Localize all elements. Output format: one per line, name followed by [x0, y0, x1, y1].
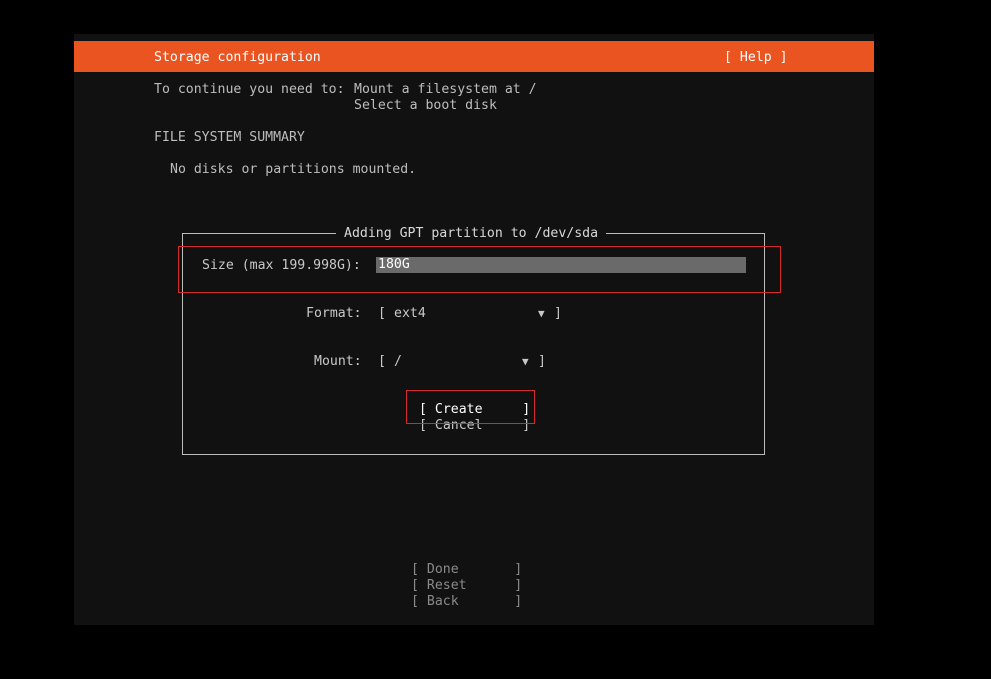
format-bracket-close: ]: [554, 306, 562, 321]
chevron-down-icon: ▼: [522, 355, 529, 368]
reset-button[interactable]: [ Reset ]: [411, 578, 522, 594]
mount-label: Mount:: [314, 354, 362, 369]
back-button[interactable]: [ Back ]: [411, 594, 522, 610]
summary-heading: FILE SYSTEM SUMMARY: [154, 130, 305, 145]
mount-bracket-open: [: [378, 354, 386, 369]
format-label: Format:: [306, 306, 362, 321]
help-button[interactable]: [ Help ]: [724, 50, 788, 66]
done-button[interactable]: [ Done ]: [411, 562, 522, 578]
dialog-title: Adding GPT partition to /dev/sda: [336, 226, 607, 242]
mount-bracket-close: ]: [538, 354, 546, 369]
format-select[interactable]: [ ext4 ▼ ]: [378, 306, 562, 322]
format-value: ext4: [394, 306, 426, 321]
page-title: Storage configuration: [154, 50, 321, 65]
notice-line-boot: Select a boot disk: [354, 98, 497, 113]
notice-prefix: To continue you need to:: [154, 82, 345, 97]
size-highlight-box: [178, 246, 781, 293]
format-bracket-open: [: [378, 306, 386, 321]
chevron-down-icon: ▼: [538, 307, 545, 320]
mount-select[interactable]: [ / ▼ ]: [378, 354, 546, 370]
notice-line-mount: Mount a filesystem at /: [354, 82, 537, 97]
summary-empty-text: No disks or partitions mounted.: [170, 162, 417, 177]
mount-value: /: [394, 354, 402, 369]
create-highlight-box: [406, 390, 535, 424]
